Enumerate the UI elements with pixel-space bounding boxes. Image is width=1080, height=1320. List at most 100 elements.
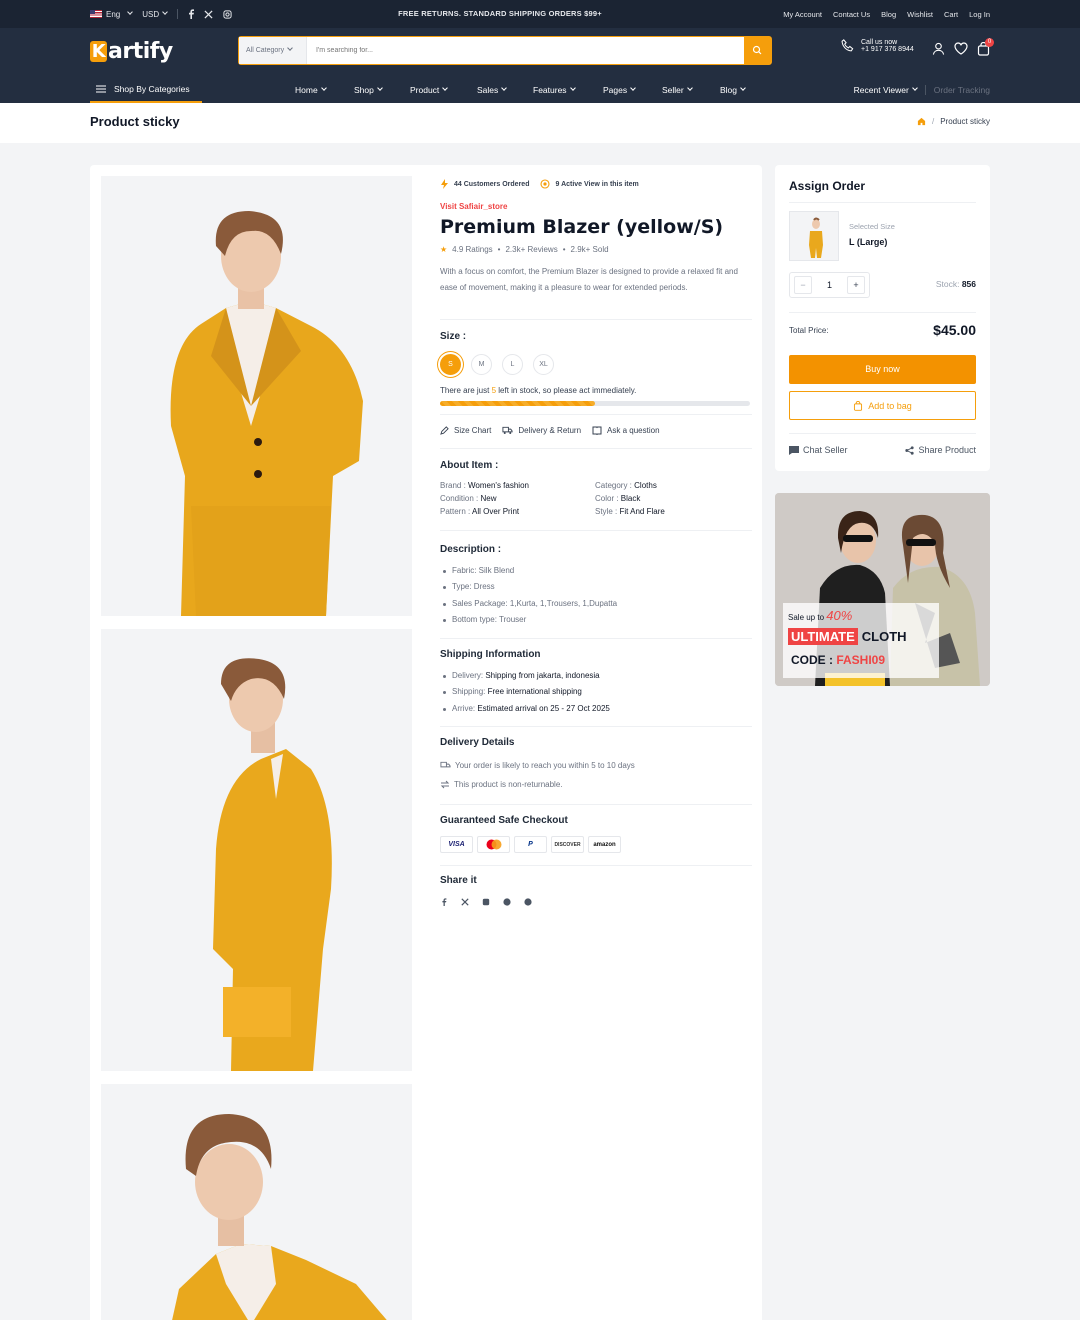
share-product-button[interactable]: Share Product bbox=[905, 445, 976, 455]
promo-code: CODE : FASHI09 bbox=[791, 653, 886, 667]
chevron-down-icon bbox=[287, 45, 293, 51]
order-thumbnail bbox=[789, 211, 839, 261]
chevron-down-icon bbox=[686, 84, 693, 91]
promo-banner[interactable]: Sale up to 40% ULTIMATE CLOTH CODE : FAS… bbox=[775, 493, 990, 686]
nav-pages[interactable]: Pages bbox=[603, 85, 662, 95]
add-to-bag-button[interactable]: Add to bag bbox=[789, 391, 976, 420]
chevron-down-icon bbox=[320, 84, 327, 91]
heart-icon[interactable] bbox=[954, 42, 968, 55]
model-front-image bbox=[170, 211, 363, 616]
instagram-icon[interactable] bbox=[482, 898, 490, 906]
main-nav: Shop By Categories Home Shop Product Sal… bbox=[0, 76, 1080, 103]
quantity-decrease-button[interactable]: − bbox=[794, 276, 812, 294]
facebook-icon[interactable] bbox=[440, 898, 448, 906]
logo[interactable]: Kartify bbox=[90, 38, 173, 64]
description-title: Description : bbox=[440, 544, 502, 555]
list-item: Delivery: Shipping from jakarta, indones… bbox=[440, 668, 610, 684]
chevron-down-icon bbox=[630, 84, 636, 91]
search-icon bbox=[752, 45, 762, 55]
nav-features[interactable]: Features bbox=[533, 85, 603, 95]
size-option-s[interactable]: S bbox=[440, 354, 461, 375]
nav-blog[interactable]: Blog bbox=[720, 85, 746, 95]
page-header: Product sticky / Product sticky bbox=[0, 103, 1080, 143]
main-header: Kartify All Category Call us now+1 917 3… bbox=[0, 28, 1080, 103]
question-book-icon bbox=[592, 426, 602, 435]
call-us[interactable]: Call us now +1 917 376 8944 bbox=[840, 38, 914, 53]
product-image-3[interactable] bbox=[101, 1084, 412, 1320]
nav-home[interactable]: Home bbox=[295, 85, 354, 95]
amazon-icon: amazon bbox=[588, 836, 621, 853]
size-options: S M L XL bbox=[440, 353, 564, 375]
blog-link[interactable]: Blog bbox=[881, 10, 896, 19]
about-grid: Brand : Women's fashion Category : Cloth… bbox=[440, 481, 665, 516]
product-image-1[interactable] bbox=[101, 176, 412, 616]
share-title: Share it bbox=[440, 875, 477, 886]
whatsapp-icon[interactable] bbox=[524, 898, 532, 906]
selected-size-value: L (Large) bbox=[849, 237, 888, 247]
my-account-link[interactable]: My Account bbox=[783, 10, 822, 19]
visit-store-link[interactable]: Visit Safiair_store bbox=[440, 202, 507, 211]
list-item: Bottom type: Trouser bbox=[440, 612, 617, 628]
chevron-down-icon bbox=[442, 84, 449, 91]
quantity-value[interactable]: 1 bbox=[827, 280, 832, 290]
search-button[interactable] bbox=[744, 36, 771, 65]
breadcrumb-current: Product sticky bbox=[940, 117, 990, 126]
divider bbox=[924, 84, 926, 95]
order-tracking-link[interactable]: Order Tracking bbox=[934, 85, 990, 95]
paypal-icon: P bbox=[514, 836, 547, 853]
chevron-down-icon bbox=[911, 84, 918, 91]
list-item: Arrive: Estimated arrival on 25 - 27 Oct… bbox=[440, 701, 610, 717]
chevron-down-icon bbox=[569, 84, 576, 91]
search-bar: All Category bbox=[238, 36, 772, 65]
truck-icon bbox=[502, 426, 513, 434]
user-icon[interactable] bbox=[932, 42, 945, 55]
home-icon[interactable] bbox=[917, 117, 926, 126]
product-rating-row: ★ 4.9 Ratings • 2.3k+ Reviews • 2.9k+ Sold bbox=[440, 245, 609, 254]
list-item: Sales Package: 1,Kurta, 1,Trousers, 1,Du… bbox=[440, 596, 617, 612]
contact-link[interactable]: Contact Us bbox=[833, 10, 870, 19]
cart-count-badge: 0 bbox=[985, 38, 994, 47]
nav-product[interactable]: Product bbox=[410, 85, 477, 95]
model-side-image bbox=[213, 658, 332, 1071]
banner-headline: ULTIMATE CLOTH bbox=[788, 628, 907, 645]
nav-shop[interactable]: Shop bbox=[354, 85, 410, 95]
chevron-down-icon bbox=[501, 84, 508, 91]
description-list: Fabric: Silk Blend Type: Dress Sales Pac… bbox=[440, 563, 617, 628]
total-price-value: $45.00 bbox=[933, 322, 976, 338]
total-price-label: Total Price: bbox=[789, 326, 829, 335]
cart-button[interactable]: 0 bbox=[977, 38, 994, 56]
category-select[interactable]: All Category bbox=[239, 37, 307, 64]
truck-icon bbox=[440, 761, 451, 768]
shipping-list: Delivery: Shipping from jakarta, indones… bbox=[440, 668, 610, 717]
nav-seller[interactable]: Seller bbox=[662, 85, 720, 95]
reviews-link[interactable]: 2.3k+ Reviews bbox=[505, 245, 557, 254]
chat-seller-button[interactable]: Chat Seller bbox=[789, 445, 848, 455]
discover-icon: DISCOVER bbox=[551, 836, 584, 853]
eye-icon bbox=[540, 179, 551, 189]
top-bar: Eng USD FREE RETURNS. STANDARD SHIPPING … bbox=[0, 0, 1080, 28]
search-input[interactable] bbox=[309, 37, 739, 64]
nav-sales[interactable]: Sales bbox=[477, 85, 533, 95]
pinterest-icon[interactable] bbox=[503, 898, 511, 906]
buy-now-button[interactable]: Buy now bbox=[789, 355, 976, 384]
recent-viewer-dropdown[interactable]: Recent Viewer bbox=[854, 84, 918, 95]
size-option-m[interactable]: M bbox=[471, 354, 492, 375]
size-option-xl[interactable]: XL bbox=[533, 354, 554, 375]
checkout-title: Guaranteed Safe Checkout bbox=[440, 815, 568, 826]
size-chart-link[interactable]: Size Chart bbox=[454, 426, 491, 435]
x-twitter-icon[interactable] bbox=[461, 898, 469, 906]
assign-order-panel: Assign Order Selected Size L (Large) − 1… bbox=[775, 165, 990, 471]
delivery-line-2: This product is non-returnable. bbox=[440, 780, 563, 789]
shop-by-categories-button[interactable]: Shop By Categories bbox=[90, 76, 202, 103]
delivery-return-link[interactable]: Delivery & Return bbox=[518, 426, 581, 435]
cart-link[interactable]: Cart bbox=[944, 10, 958, 19]
ask-question-link[interactable]: Ask a question bbox=[607, 426, 659, 435]
chevron-down-icon bbox=[377, 84, 383, 91]
shipping-title: Shipping Information bbox=[440, 649, 541, 660]
login-link[interactable]: Log In bbox=[969, 10, 990, 19]
wishlist-link[interactable]: Wishlist bbox=[907, 10, 933, 19]
size-option-l[interactable]: L bbox=[502, 354, 523, 375]
product-image-2[interactable] bbox=[101, 629, 412, 1071]
quantity-increase-button[interactable]: + bbox=[846, 276, 865, 294]
phone-icon bbox=[841, 39, 854, 52]
